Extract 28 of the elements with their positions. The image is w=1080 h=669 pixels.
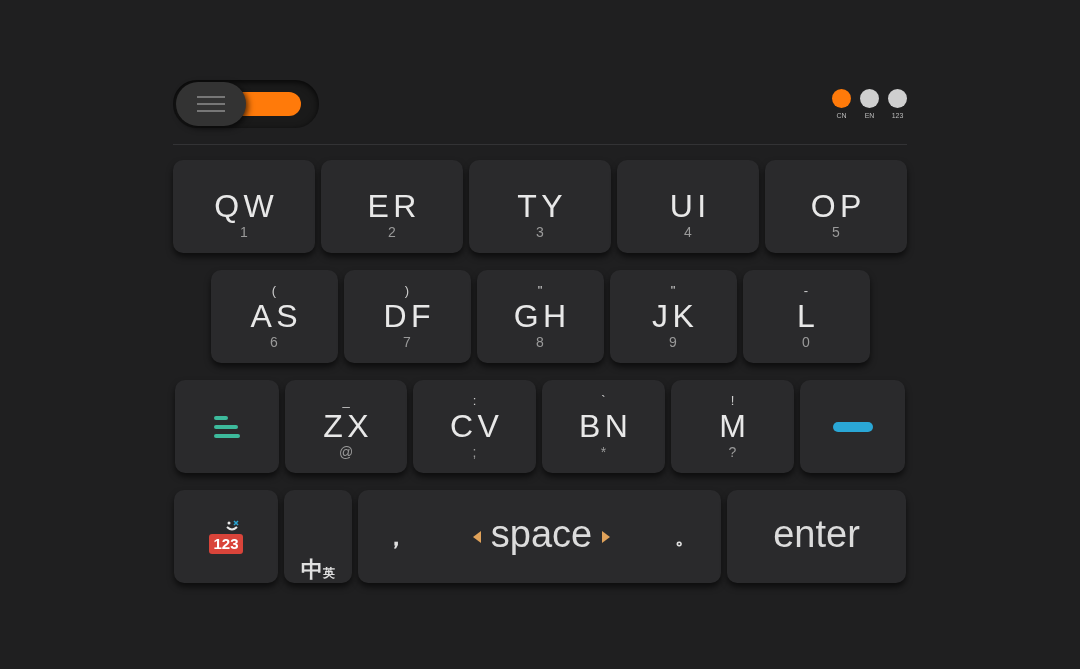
number-badge: 123: [209, 533, 243, 554]
letter-key[interactable]: UI 4: [617, 160, 759, 253]
dash-icon: [832, 421, 873, 432]
number-mode-key[interactable]: 123: [174, 490, 278, 583]
mode-switch[interactable]: [173, 80, 319, 128]
smiley-icon: [224, 519, 241, 532]
left-arrow-icon: [472, 530, 481, 543]
letter-key[interactable]: " GH 8: [476, 270, 604, 363]
menu-key[interactable]: [175, 380, 279, 473]
letter-key[interactable]: - L 0: [742, 270, 870, 363]
letter-key[interactable]: ( AS 6: [210, 270, 338, 363]
switch-knob: [176, 82, 246, 126]
lines-icon: [213, 414, 241, 439]
letter-key[interactable]: : CV ;: [413, 380, 536, 473]
letter-key[interactable]: QW 1: [173, 160, 315, 253]
letter-key[interactable]: ER 2: [321, 160, 463, 253]
dash-key[interactable]: [800, 380, 905, 473]
letter-key[interactable]: TY 3: [469, 160, 611, 253]
right-arrow-icon: [602, 530, 611, 543]
enter-key[interactable]: enter: [727, 490, 906, 583]
language-key[interactable]: 中英: [284, 490, 352, 583]
letter-key[interactable]: ! M ?: [671, 380, 794, 473]
letter-key[interactable]: OP 5: [765, 160, 907, 253]
letter-key[interactable]: ` BN *: [542, 380, 665, 473]
letter-key[interactable]: _ ZX @: [285, 380, 407, 473]
space-key[interactable]: ， space 。: [358, 490, 721, 583]
letter-key[interactable]: " JK 9: [609, 270, 737, 363]
letter-key[interactable]: ) DF 7: [343, 270, 471, 363]
